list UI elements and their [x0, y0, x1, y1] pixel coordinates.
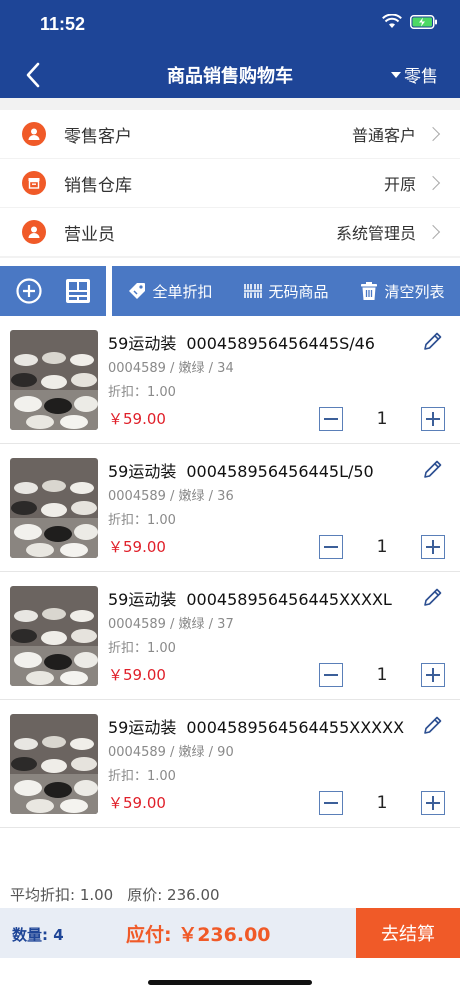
warehouse-value: 开原 [383, 175, 416, 194]
product-image [10, 586, 98, 686]
nav-bar: 商品销售购物车 零售 [0, 50, 460, 98]
wifi-icon [382, 14, 402, 29]
product-image [10, 458, 98, 558]
no-barcode-item-button[interactable]: 无码商品 [243, 281, 329, 302]
quantity-decrease-button[interactable] [319, 535, 343, 559]
product-image [10, 330, 98, 430]
product-code: 000458956456445L/50 [186, 462, 374, 481]
quantity-decrease-button[interactable] [319, 791, 343, 815]
edit-pencil-icon[interactable] [422, 586, 444, 608]
chevron-right-icon [425, 126, 441, 142]
status-time: 11:52 [40, 14, 86, 34]
quantity-value: 1 [376, 665, 388, 685]
customer-value: 普通客户 [351, 126, 416, 145]
product-image [10, 714, 98, 814]
edit-pencil-icon[interactable] [422, 458, 444, 480]
product-discount: 折扣：1.00 [108, 513, 176, 528]
toolbar-actions: 全单折扣 无码商品 清空列表 [112, 266, 460, 316]
product-code: 000458956456445S/46 [186, 334, 375, 353]
checkout-button[interactable]: 去结算 [356, 908, 460, 958]
order-summary: 平均折扣: 1.00 原价: 236.00 [10, 884, 220, 905]
trash-icon [361, 282, 378, 300]
product-discount: 折扣：1.00 [108, 641, 176, 656]
product-discount: 折扣：1.00 [108, 769, 176, 784]
product-price: ￥59.00 [108, 666, 166, 684]
status-bar: 11:52 [0, 0, 460, 48]
sale-mode-label: 零售 [404, 67, 438, 87]
battery-charging-icon [410, 14, 438, 29]
warehouse-row[interactable]: 销售仓库 开原 [0, 159, 460, 207]
status-icons [382, 14, 438, 29]
checkout-bar: 数量: 4 应付: ￥236.00 去结算 [0, 908, 460, 958]
average-discount: 平均折扣: 1.00 [10, 886, 114, 904]
product-discount: 折扣：1.00 [108, 385, 176, 400]
whole-order-discount-label: 全单折扣 [152, 282, 213, 301]
scan-button[interactable] [63, 276, 93, 306]
original-price: 原价: 236.00 [127, 886, 220, 904]
quantity-decrease-button[interactable] [319, 407, 343, 431]
product-title: 59运动装 000458956456445XXXXL [108, 586, 392, 610]
grid-scan-icon [65, 279, 90, 303]
edit-pencil-icon[interactable] [422, 714, 444, 736]
product-spec: 0004589 / 嫩绿 / 37 [108, 617, 234, 632]
product-title: 59运动装 0004589564564455XXXXX [108, 714, 404, 738]
product-code: 0004589564564455XXXXX [186, 718, 405, 737]
product-title: 59运动装 000458956456445L/50 [108, 458, 374, 482]
product-name: 59运动装 [108, 462, 177, 481]
product-name: 59运动装 [108, 590, 177, 609]
edit-pencil-icon[interactable] [422, 330, 444, 352]
user-icon [22, 220, 46, 244]
product-price: ￥59.00 [108, 410, 166, 428]
product-price: ￥59.00 [108, 538, 166, 556]
clear-list-button[interactable]: 清空列表 [359, 281, 445, 302]
no-barcode-item-label: 无码商品 [268, 282, 329, 301]
item-count: 数量: 4 [12, 926, 64, 944]
chevron-right-icon [425, 224, 441, 240]
quantity-increase-button[interactable] [421, 791, 445, 815]
quantity-decrease-button[interactable] [319, 663, 343, 687]
add-item-button[interactable] [14, 276, 44, 306]
user-icon [22, 122, 46, 146]
clear-list-label: 清空列表 [384, 282, 445, 301]
quantity-increase-button[interactable] [421, 535, 445, 559]
salesperson-row[interactable]: 营业员 系统管理员 [0, 208, 460, 256]
product-spec: 0004589 / 嫩绿 / 36 [108, 489, 234, 504]
barcode-icon [244, 284, 263, 298]
salesperson-value: 系统管理员 [335, 224, 416, 243]
quantity-increase-button[interactable] [421, 663, 445, 687]
customer-label: 零售客户 [64, 126, 132, 147]
product-spec: 0004589 / 嫩绿 / 34 [108, 361, 234, 376]
salesperson-label: 营业员 [64, 224, 115, 245]
cart-item[interactable]: 59运动装 000458956456445S/46 0004589 / 嫩绿 / … [0, 316, 460, 444]
app-header: 11:52 商品销售购物车 零售 [0, 0, 460, 98]
order-info-section: 零售客户 普通客户 销售仓库 开原 营业员 系统管理员 [0, 98, 460, 258]
warehouse-label: 销售仓库 [64, 175, 132, 196]
caret-down-icon [391, 71, 401, 78]
product-name: 59运动装 [108, 718, 177, 737]
whole-order-discount-button[interactable]: 全单折扣 [127, 281, 213, 302]
warehouse-icon [22, 171, 46, 195]
cart-item[interactable]: 59运动装 0004589564564455XXXXX 0004589 / 嫩绿 … [0, 700, 460, 828]
chevron-right-icon [425, 175, 441, 191]
add-circle-icon [15, 278, 42, 304]
tag-icon [129, 283, 146, 299]
quantity-increase-button[interactable] [421, 407, 445, 431]
product-name: 59运动装 [108, 334, 177, 353]
home-indicator [148, 980, 312, 985]
cart-list: 59运动装 000458956456445S/46 0004589 / 嫩绿 / … [0, 316, 460, 828]
toolbar-left-group [0, 266, 106, 316]
product-spec: 0004589 / 嫩绿 / 90 [108, 745, 234, 760]
product-code: 000458956456445XXXXL [186, 590, 392, 609]
cart-toolbar: 全单折扣 无码商品 清空列表 [0, 266, 460, 316]
cart-item[interactable]: 59运动装 000458956456445XXXXL 0004589 / 嫩绿 /… [0, 572, 460, 700]
quantity-value: 1 [376, 409, 388, 429]
customer-row[interactable]: 零售客户 普通客户 [0, 110, 460, 158]
product-price: ￥59.00 [108, 794, 166, 812]
sale-mode-dropdown[interactable]: 零售 [391, 62, 438, 87]
product-title: 59运动装 000458956456445S/46 [108, 330, 375, 354]
amount-payable: 应付: ￥236.00 [126, 924, 271, 946]
cart-item[interactable]: 59运动装 000458956456445L/50 0004589 / 嫩绿 / … [0, 444, 460, 572]
quantity-value: 1 [376, 537, 388, 557]
quantity-value: 1 [376, 793, 388, 813]
